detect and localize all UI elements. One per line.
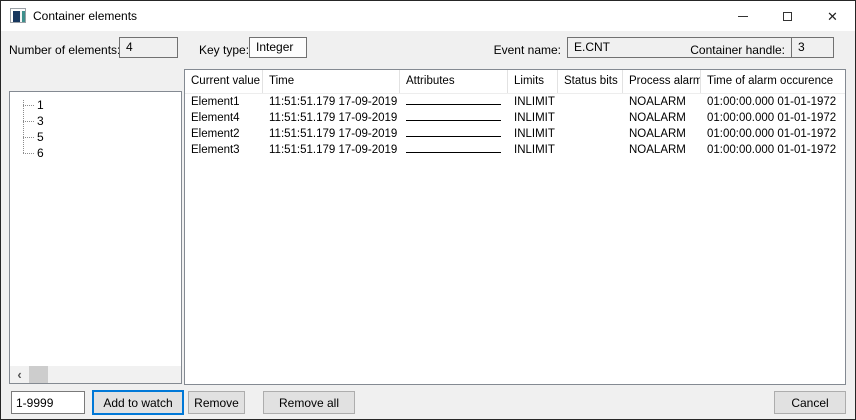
app-window-icon <box>10 8 26 23</box>
cell-process-alarm: NOALARM <box>623 142 701 158</box>
column-header-attributes[interactable]: Attributes <box>400 70 508 93</box>
table-row[interactable]: Element111:51:51.179 17-09-2019 INLIMIT NO… <box>185 94 845 110</box>
container-handle-field[interactable]: 3 <box>791 37 834 58</box>
cell-alarm-time: 01:00:00.000 01-01-1972 <box>701 110 845 126</box>
attributes-blank-line <box>406 126 501 137</box>
container-elements-dialog: Container elements ✕ Number of elements:… <box>0 0 856 420</box>
cell-time: 11:51:51.179 17-09-2019 <box>263 142 400 158</box>
column-header-time-of-alarm-occurence[interactable]: Time of alarm occurence <box>701 70 845 93</box>
range-input[interactable] <box>11 391 85 414</box>
cell-attributes <box>400 94 508 110</box>
table-row[interactable]: Element211:51:51.179 17-09-2019 INLIMIT NO… <box>185 126 845 142</box>
minimize-icon <box>738 16 748 17</box>
cell-attributes <box>400 126 508 142</box>
column-header-limits[interactable]: Limits <box>508 70 558 93</box>
tree-branch-icon <box>23 105 34 106</box>
tree-item-label: 1 <box>37 97 44 113</box>
tree-branch-icon <box>23 121 34 122</box>
tree-item[interactable]: 1 <box>10 97 181 113</box>
number-of-elements-label: Number of elements: <box>9 42 120 58</box>
titlebar: Container elements ✕ <box>1 1 855 31</box>
column-header-process-alarm[interactable]: Process alarm <box>623 70 701 93</box>
maximize-icon <box>783 12 792 21</box>
cell-time: 11:51:51.179 17-09-2019 <box>263 126 400 142</box>
remove-button[interactable]: Remove <box>188 391 245 414</box>
element-tree-panel: 1356 ‹ <box>9 91 182 384</box>
column-header-status-bits[interactable]: Status bits <box>558 70 623 93</box>
column-header-current-value[interactable]: Current value <box>185 70 263 93</box>
horizontal-scrollbar[interactable]: ‹ <box>10 366 181 383</box>
cell-current-value: Element2 <box>185 126 263 142</box>
cell-alarm-time: 01:00:00.000 01-01-1972 <box>701 142 845 158</box>
remove-all-button[interactable]: Remove all <box>263 391 355 414</box>
number-of-elements-field[interactable]: 4 <box>119 37 178 58</box>
key-type-label: Key type: <box>199 42 249 58</box>
cell-process-alarm: NOALARM <box>623 94 701 110</box>
tree-item-label: 6 <box>37 145 44 161</box>
cell-alarm-time: 01:00:00.000 01-01-1972 <box>701 126 845 142</box>
table-header-row: Current valueTimeAttributesLimitsStatus … <box>185 70 845 94</box>
tree-branch-icon <box>23 153 34 154</box>
close-button[interactable]: ✕ <box>810 1 855 31</box>
cell-limits: INLIMIT <box>508 94 558 110</box>
table-body: Element111:51:51.179 17-09-2019INLIMITNO… <box>185 94 845 158</box>
maximize-button[interactable] <box>765 1 810 31</box>
cell-status-bits <box>558 142 623 158</box>
attributes-blank-line <box>406 110 501 121</box>
cell-status-bits <box>558 126 623 142</box>
cell-alarm-time: 01:00:00.000 01-01-1972 <box>701 94 845 110</box>
window-title: Container elements <box>33 1 137 31</box>
container-handle-label: Container handle: <box>690 42 785 58</box>
tree-item[interactable]: 3 <box>10 113 181 129</box>
cell-time: 11:51:51.179 17-09-2019 <box>263 94 400 110</box>
cell-status-bits <box>558 110 623 126</box>
cell-process-alarm: NOALARM <box>623 126 701 142</box>
tree-item-label: 5 <box>37 129 44 145</box>
event-name-label: Event name: <box>494 42 561 58</box>
tree-item-label: 3 <box>37 113 44 129</box>
tree-item[interactable]: 6 <box>10 145 181 161</box>
cell-current-value: Element3 <box>185 142 263 158</box>
column-header-time[interactable]: Time <box>263 70 400 93</box>
cell-status-bits <box>558 94 623 110</box>
tree-branch-icon <box>23 137 34 138</box>
cell-process-alarm: NOALARM <box>623 110 701 126</box>
tree-item[interactable]: 5 <box>10 129 181 145</box>
cell-current-value: Element4 <box>185 110 263 126</box>
cell-limits: INLIMIT <box>508 126 558 142</box>
minimize-button[interactable] <box>720 1 765 31</box>
cancel-button[interactable]: Cancel <box>774 391 846 414</box>
attributes-blank-line <box>406 142 501 153</box>
elements-table: Current valueTimeAttributesLimitsStatus … <box>184 69 846 385</box>
scroll-left-arrow-icon[interactable]: ‹ <box>11 366 28 383</box>
table-row[interactable]: Element311:51:51.179 17-09-2019 INLIMIT NO… <box>185 142 845 158</box>
cell-time: 11:51:51.179 17-09-2019 <box>263 110 400 126</box>
cell-limits: INLIMIT <box>508 142 558 158</box>
cell-attributes <box>400 110 508 126</box>
attributes-blank-line <box>406 94 501 105</box>
scrollbar-thumb[interactable] <box>29 366 48 383</box>
close-icon: ✕ <box>827 10 838 23</box>
key-type-field[interactable]: Integer <box>249 37 307 58</box>
cell-limits: INLIMIT <box>508 110 558 126</box>
cell-attributes <box>400 142 508 158</box>
add-to-watch-button[interactable]: Add to watch <box>92 390 184 415</box>
table-row[interactable]: Element411:51:51.179 17-09-2019 INLIMIT NO… <box>185 110 845 126</box>
cell-current-value: Element1 <box>185 94 263 110</box>
